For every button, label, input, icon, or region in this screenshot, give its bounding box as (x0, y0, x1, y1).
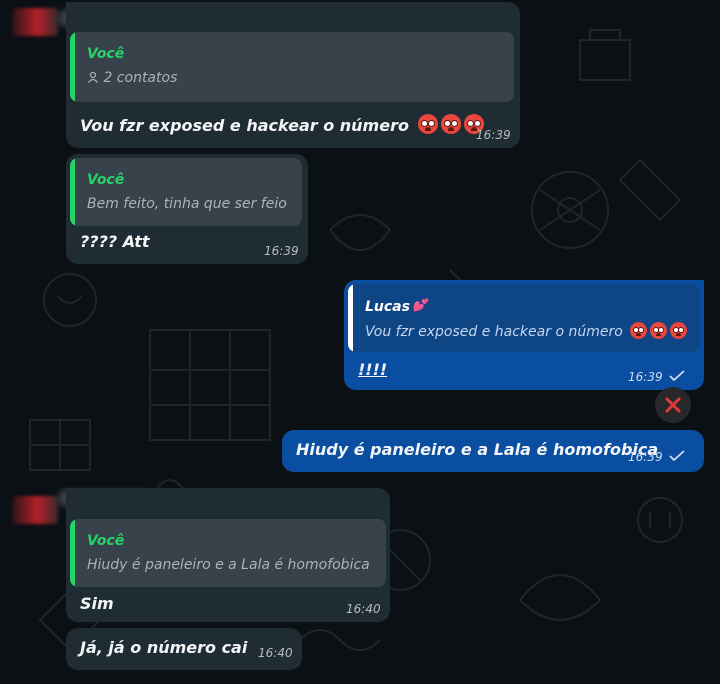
quoted-message[interactable]: Você 2 contatos (70, 32, 514, 102)
message-bubble-4[interactable]: Hiudy é paneleiro e a Lala é homofobica … (282, 430, 704, 472)
message-error-button[interactable] (655, 387, 691, 423)
hot-face-emoji (440, 114, 461, 134)
hot-face-emoji (630, 322, 648, 339)
message-bubble-3[interactable]: Lucas 💕 Vou fzr exposed e hackear o númer… (344, 280, 704, 390)
contact-avatar[interactable] (12, 496, 58, 524)
hot-face-emoji (650, 322, 668, 339)
quoted-message[interactable]: Lucas 💕 Vou fzr exposed e hackear o númer… (348, 284, 700, 352)
message-bubble-5[interactable]: Você Hiudy é paneleiro e a Lala é homofo… (66, 488, 390, 622)
message-time: 16:39 (628, 370, 663, 384)
quote-text: Vou fzr exposed e hackear o número (365, 322, 688, 340)
message-time: 16:39 (476, 128, 511, 142)
quoted-message[interactable]: Você Hiudy é paneleiro e a Lala é homofo… (70, 519, 386, 587)
message-text: ???? Att (80, 232, 150, 251)
message-text: Vou fzr exposed e hackear o número (80, 114, 484, 135)
message-bubble-1[interactable]: Você 2 contatos Vou fzr exposed e hackea… (66, 2, 520, 148)
message-time: 16:39 (264, 244, 299, 258)
message-text: Hiudy é paneleiro e a Lala é homofobica (296, 440, 659, 459)
contact-avatar[interactable] (12, 8, 58, 36)
message-bubble-6[interactable]: Já, já o número cai 16:40 (66, 628, 302, 670)
message-bubble-2[interactable]: Você Bem feito, tinha que ser feio ???? … (66, 154, 308, 264)
quoted-message[interactable]: Você Bem feito, tinha que ser feio (70, 158, 302, 226)
message-text: Sim (80, 594, 114, 613)
quote-text: Hiudy é paneleiro e a Lala é homofobica (87, 557, 370, 573)
message-text-label: Vou fzr exposed e hackear o número (80, 116, 409, 135)
sent-tick-icon (669, 450, 685, 462)
quote-author: Lucas 💕 (365, 298, 427, 315)
quote-author: Você (87, 533, 125, 549)
message-text: !!!! (358, 360, 388, 379)
quote-bar (70, 519, 75, 587)
hot-face-emoji (417, 114, 438, 134)
close-icon (665, 397, 681, 413)
quote-author: Você (87, 172, 125, 188)
quote-bar (70, 32, 75, 102)
quote-author-label: Lucas (365, 299, 410, 315)
quote-author: Você (87, 46, 125, 62)
quote-bar (348, 284, 353, 352)
message-time: 16:40 (346, 602, 381, 616)
message-time: 16:40 (258, 646, 293, 660)
quote-text-label: 2 contatos (103, 70, 178, 86)
quote-text: Bem feito, tinha que ser feio (87, 196, 287, 212)
two-hearts-emoji: 💕 (411, 298, 427, 312)
quote-text: 2 contatos (87, 70, 177, 86)
contact-icon (88, 71, 98, 83)
sent-tick-icon (669, 370, 685, 382)
quote-text-label: Vou fzr exposed e hackear o número (365, 324, 623, 340)
hot-face-emoji (670, 322, 688, 339)
quote-bar (70, 158, 75, 226)
message-time: 16:39 (628, 450, 663, 464)
message-text: Já, já o número cai (80, 638, 248, 657)
